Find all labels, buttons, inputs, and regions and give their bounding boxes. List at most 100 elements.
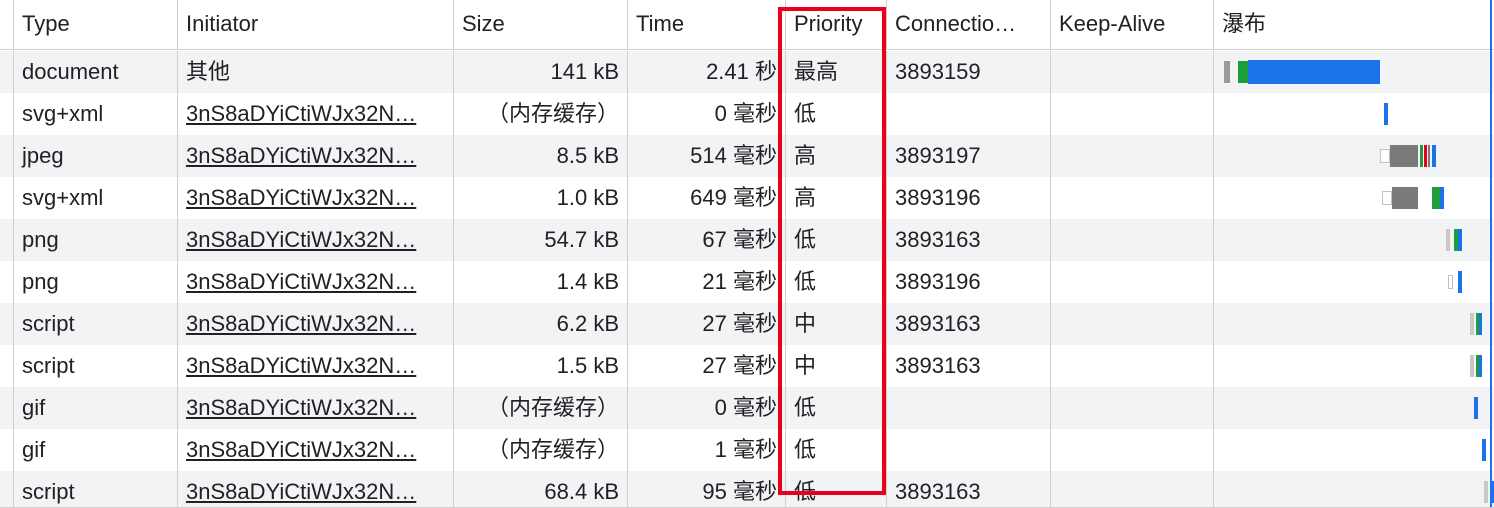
cell-keep-alive [1051, 429, 1214, 471]
table-row[interactable]: script 3nS8aDYiCtiWJx32N… 68.4 kB 95 毫秒低 389… [0, 471, 1494, 507]
cell-waterfall[interactable] [1214, 261, 1494, 303]
waterfall-bar-segment [1458, 271, 1462, 293]
initiator-link[interactable]: 3nS8aDYiCtiWJx32N… [186, 437, 416, 462]
waterfall-bar-segment [1248, 60, 1380, 84]
table-row[interactable]: svg+xml 3nS8aDYiCtiWJx32N… 1.0 kB 649 毫秒高 38… [0, 177, 1494, 219]
cell-size: 54.7 kB [454, 219, 628, 261]
row-gutter [0, 219, 14, 261]
cell-priority: 低 [786, 93, 887, 135]
table-row[interactable]: document 其他 141 kB 2.41 秒最高 3893159 [0, 51, 1494, 93]
cell-priority: 低 [786, 219, 887, 261]
row-gutter [0, 429, 14, 471]
cell-connection: 3893163 [887, 219, 1051, 261]
waterfall-bar-segment [1380, 149, 1390, 163]
cell-waterfall[interactable] [1214, 429, 1494, 471]
waterfall-bar-segment [1482, 439, 1486, 461]
row-gutter [0, 345, 14, 387]
cell-waterfall[interactable] [1214, 51, 1494, 93]
column-header-initiator[interactable]: Initiator [178, 0, 454, 49]
table-header: Type Initiator Size Time Priority Connec… [0, 0, 1494, 50]
cell-keep-alive [1051, 345, 1214, 387]
cell-type: png [14, 219, 178, 261]
cell-type: script [14, 471, 178, 507]
initiator-link[interactable]: 3nS8aDYiCtiWJx32N… [186, 185, 416, 210]
cell-waterfall[interactable] [1214, 135, 1494, 177]
row-gutter [0, 177, 14, 219]
column-header-keep-alive[interactable]: Keep-Alive [1051, 0, 1214, 49]
cell-waterfall[interactable] [1214, 303, 1494, 345]
cell-size: 1.5 kB [454, 345, 628, 387]
cell-size: 8.5 kB [454, 135, 628, 177]
waterfall-bar-segment [1432, 145, 1436, 167]
column-header-type[interactable]: Type [14, 0, 178, 49]
cell-connection: 3893196 [887, 177, 1051, 219]
table-row[interactable]: gif 3nS8aDYiCtiWJx32N… （内存缓存） 0 毫秒低 [0, 387, 1494, 429]
cell-size: （内存缓存） [454, 387, 628, 429]
initiator-link[interactable]: 3nS8aDYiCtiWJx32N… [186, 143, 416, 168]
cell-connection: 3893159 [887, 51, 1051, 93]
cell-type: png [14, 261, 178, 303]
cell-keep-alive [1051, 303, 1214, 345]
cell-priority: 低 [786, 429, 887, 471]
initiator-link[interactable]: 3nS8aDYiCtiWJx32N… [186, 269, 416, 294]
waterfall-bar-segment [1420, 145, 1423, 167]
network-request-table: Type Initiator Size Time Priority Connec… [0, 0, 1494, 508]
column-header-connection[interactable]: Connectio… [887, 0, 1051, 49]
cell-waterfall[interactable] [1214, 345, 1494, 387]
waterfall-bar-segment [1384, 103, 1388, 125]
row-gutter [0, 261, 14, 303]
cell-initiator: 3nS8aDYiCtiWJx32N… [178, 219, 454, 261]
cell-time: 514 毫秒 [628, 135, 786, 177]
cell-initiator: 3nS8aDYiCtiWJx32N… [178, 135, 454, 177]
table-row[interactable]: gif 3nS8aDYiCtiWJx32N… （内存缓存） 1 毫秒低 [0, 429, 1494, 471]
cell-keep-alive [1051, 387, 1214, 429]
cell-type: jpeg [14, 135, 178, 177]
cell-time: 649 毫秒 [628, 177, 786, 219]
cell-waterfall[interactable] [1214, 177, 1494, 219]
initiator-link[interactable]: 3nS8aDYiCtiWJx32N… [186, 101, 416, 126]
waterfall-bar-segment [1390, 145, 1418, 167]
waterfall-time-marker [1490, 0, 1492, 507]
initiator-link[interactable]: 3nS8aDYiCtiWJx32N… [186, 227, 416, 252]
cell-waterfall[interactable] [1214, 471, 1494, 507]
table-row[interactable]: png 3nS8aDYiCtiWJx32N… 1.4 kB 21 毫秒低 3893196 [0, 261, 1494, 303]
table-row[interactable]: script 3nS8aDYiCtiWJx32N… 1.5 kB 27 毫秒中 3893… [0, 345, 1494, 387]
initiator-link[interactable]: 3nS8aDYiCtiWJx32N… [186, 353, 416, 378]
column-header-priority[interactable]: Priority [786, 0, 887, 49]
cell-initiator: 3nS8aDYiCtiWJx32N… [178, 177, 454, 219]
cell-type: script [14, 345, 178, 387]
column-header-waterfall[interactable]: 瀑布 [1214, 0, 1494, 49]
cell-priority: 高 [786, 135, 887, 177]
table-row[interactable]: png 3nS8aDYiCtiWJx32N… 54.7 kB 67 毫秒低 389316… [0, 219, 1494, 261]
initiator-link[interactable]: 3nS8aDYiCtiWJx32N… [186, 395, 416, 420]
cell-waterfall[interactable] [1214, 219, 1494, 261]
cell-priority: 低 [786, 387, 887, 429]
initiator-link[interactable]: 3nS8aDYiCtiWJx32N… [186, 479, 416, 504]
column-header-time[interactable]: Time [628, 0, 786, 49]
table-row[interactable]: jpeg 3nS8aDYiCtiWJx32N… 8.5 kB 514 毫秒高 38931… [0, 135, 1494, 177]
cell-initiator: 3nS8aDYiCtiWJx32N… [178, 93, 454, 135]
cell-keep-alive [1051, 471, 1214, 507]
cell-time: 27 毫秒 [628, 345, 786, 387]
cell-keep-alive [1051, 261, 1214, 303]
cell-type: gif [14, 429, 178, 471]
initiator-link[interactable]: 3nS8aDYiCtiWJx32N… [186, 311, 416, 336]
waterfall-bar-segment [1470, 355, 1474, 377]
row-gutter [0, 135, 14, 177]
table-row[interactable]: svg+xml 3nS8aDYiCtiWJx32N… （内存缓存） 0 毫秒低 [0, 93, 1494, 135]
cell-time: 67 毫秒 [628, 219, 786, 261]
cell-initiator: 3nS8aDYiCtiWJx32N… [178, 345, 454, 387]
table-row[interactable]: script 3nS8aDYiCtiWJx32N… 6.2 kB 27 毫秒中 3893… [0, 303, 1494, 345]
waterfall-bar-segment [1238, 61, 1248, 83]
cell-time: 0 毫秒 [628, 387, 786, 429]
cell-keep-alive [1051, 135, 1214, 177]
row-gutter [0, 51, 14, 93]
cell-waterfall[interactable] [1214, 93, 1494, 135]
cell-time: 1 毫秒 [628, 429, 786, 471]
cell-priority: 低 [786, 261, 887, 303]
cell-waterfall[interactable] [1214, 387, 1494, 429]
cell-priority: 高 [786, 177, 887, 219]
cell-initiator: 其他 [178, 51, 454, 93]
column-header-size[interactable]: Size [454, 0, 628, 49]
waterfall-bar-segment [1224, 61, 1230, 83]
